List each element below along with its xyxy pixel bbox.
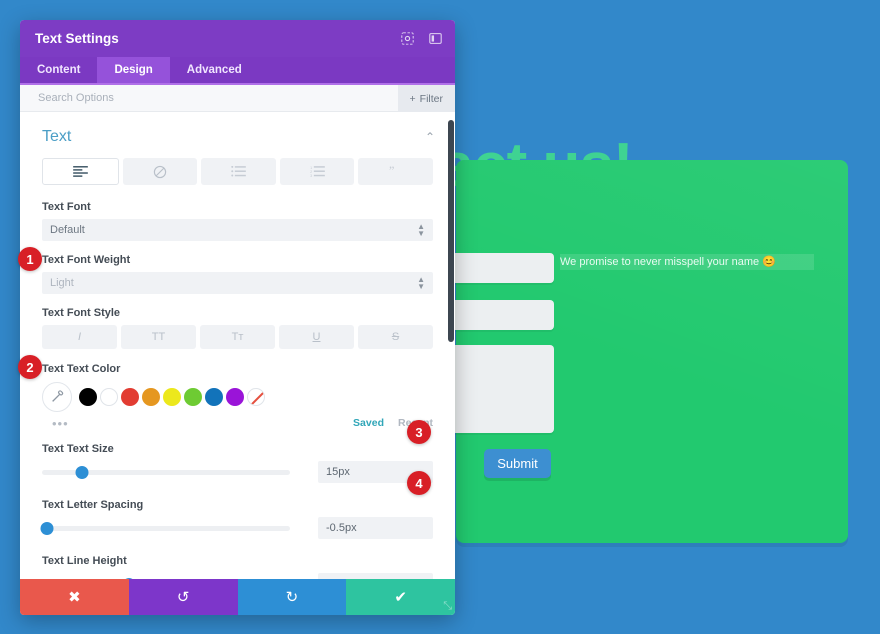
swatch-blue[interactable]: [205, 388, 223, 406]
font-style-toolbar: I TT Tᴛ U S: [20, 325, 455, 349]
tab-design[interactable]: Design: [97, 57, 170, 83]
color-tab-saved[interactable]: Saved: [353, 417, 384, 429]
text-color-option: Text Text Color ••• Saved: [20, 363, 455, 431]
swatch-white[interactable]: [100, 388, 118, 406]
align-icon[interactable]: [42, 158, 119, 185]
filter-label: Filter: [419, 92, 443, 105]
chevron-updown-icon: ▲ ▼: [417, 222, 425, 238]
ul-list-icon[interactable]: [201, 158, 276, 185]
annotation-badge-1: 1: [18, 247, 42, 271]
letter-spacing-slider[interactable]: [40, 521, 290, 535]
annotation-badge-3: 3: [407, 420, 431, 444]
eyedropper-icon[interactable]: [42, 382, 72, 412]
letter-spacing-input[interactable]: -0.5px: [318, 517, 433, 539]
search-input[interactable]: Search Options: [38, 92, 455, 104]
text-size-slider-thumb[interactable]: [75, 465, 89, 479]
letter-spacing-option: Text Letter Spacing: [20, 499, 455, 511]
text-font-select[interactable]: Default ▲ ▼: [42, 219, 433, 241]
color-swatch-row: [42, 381, 433, 413]
modal-titlebar: Text Settings: [20, 20, 455, 57]
line-height-option: Text Line Height: [20, 555, 455, 567]
letter-spacing-label: Text Letter Spacing: [42, 499, 144, 511]
text-font-value: Default: [50, 224, 85, 236]
modal-title: Text Settings: [35, 31, 119, 46]
save-button[interactable]: ✔ ⤡: [346, 579, 455, 615]
target-icon[interactable]: [399, 31, 415, 47]
text-font-weight-option: Text Font Weight Light ▲ ▼: [20, 254, 455, 294]
plus-icon: +: [409, 92, 416, 105]
undo-button[interactable]: ↺: [128, 579, 238, 615]
text-color-label: Text Text Color: [42, 363, 121, 375]
modal-tab-bar: Content Design Advanced: [20, 57, 455, 85]
text-font-weight-label: Text Font Weight: [42, 254, 131, 266]
text-font-style-label: Text Font Style: [42, 307, 121, 319]
svg-text:”: ”: [389, 166, 394, 178]
underline-icon[interactable]: U: [279, 325, 354, 349]
strikethrough-icon[interactable]: S: [358, 325, 433, 349]
text-font-label: Text Font: [42, 201, 91, 213]
tab-content[interactable]: Content: [20, 57, 97, 83]
text-size-slider-row: 15px: [20, 461, 455, 483]
resize-handle-icon[interactable]: ⤡: [443, 600, 452, 613]
chevron-up-icon[interactable]: ⌃: [425, 130, 435, 144]
annotation-badge-4: 4: [407, 471, 431, 495]
link-icon[interactable]: [122, 158, 198, 185]
uppercase-icon[interactable]: TT: [121, 325, 196, 349]
line-height-label: Text Line Height: [42, 555, 127, 567]
svg-text:3: 3: [310, 174, 312, 177]
search-options-row: Search Options + Filter: [20, 85, 455, 112]
filter-button[interactable]: + Filter: [397, 85, 455, 112]
swatch-orange[interactable]: [142, 388, 160, 406]
cancel-button[interactable]: ✖: [20, 579, 129, 615]
tab-advanced[interactable]: Advanced: [170, 57, 259, 83]
ol-list-icon[interactable]: 1 2 3: [279, 158, 355, 185]
chevron-updown-icon: ▲ ▼: [417, 275, 425, 291]
letter-spacing-slider-thumb[interactable]: [40, 521, 54, 535]
modal-action-bar: ✖ ↺ ↻ ✔ ⤡: [20, 579, 455, 615]
text-font-style-option: Text Font Style: [20, 307, 455, 319]
text-size-slider[interactable]: [42, 465, 290, 479]
italic-icon[interactable]: I: [42, 325, 117, 349]
capitalize-icon[interactable]: Tᴛ: [200, 325, 275, 349]
swatch-none[interactable]: [247, 388, 265, 406]
layout-panel-icon[interactable]: [427, 31, 443, 47]
text-font-weight-value: Light: [50, 277, 74, 289]
text-section-header[interactable]: Text ⌃: [20, 112, 455, 158]
swatch-black[interactable]: [79, 388, 97, 406]
annotation-badge-2: 2: [18, 355, 42, 379]
section-title: Text: [42, 128, 72, 145]
text-size-label: Text Text Size: [42, 443, 114, 455]
field-hint-text: We promise to never misspell your name 😊: [560, 254, 814, 270]
redo-button[interactable]: ↻: [237, 579, 347, 615]
quote-icon[interactable]: ”: [358, 158, 433, 185]
scrollbar-track[interactable]: [447, 112, 455, 579]
checkmark-icon: ✔: [394, 589, 407, 606]
text-settings-modal: Text Settings Content Design Advanced Se…: [20, 20, 455, 615]
swatch-purple[interactable]: [226, 388, 244, 406]
swatch-green[interactable]: [184, 388, 202, 406]
color-footer: ••• Saved Recent: [42, 415, 433, 431]
text-font-option: Text Font Default ▲ ▼: [20, 201, 455, 241]
scrollbar-thumb[interactable]: [448, 120, 454, 342]
modal-body: Text ⌃ 1 2 3 ” Text Font Default ▲ ▼ Tex…: [20, 112, 455, 579]
text-font-weight-select[interactable]: Light ▲ ▼: [42, 272, 433, 294]
text-size-option: Text Text Size: [20, 443, 455, 455]
swatch-red[interactable]: [121, 388, 139, 406]
svg-text:1: 1: [310, 166, 312, 170]
more-colors-button[interactable]: •••: [42, 416, 339, 431]
letter-spacing-slider-row: -0.5px: [20, 517, 455, 539]
text-style-toolbar: 1 2 3 ”: [20, 158, 455, 185]
submit-button[interactable]: Submit: [484, 449, 551, 478]
swatch-yellow[interactable]: [163, 388, 181, 406]
